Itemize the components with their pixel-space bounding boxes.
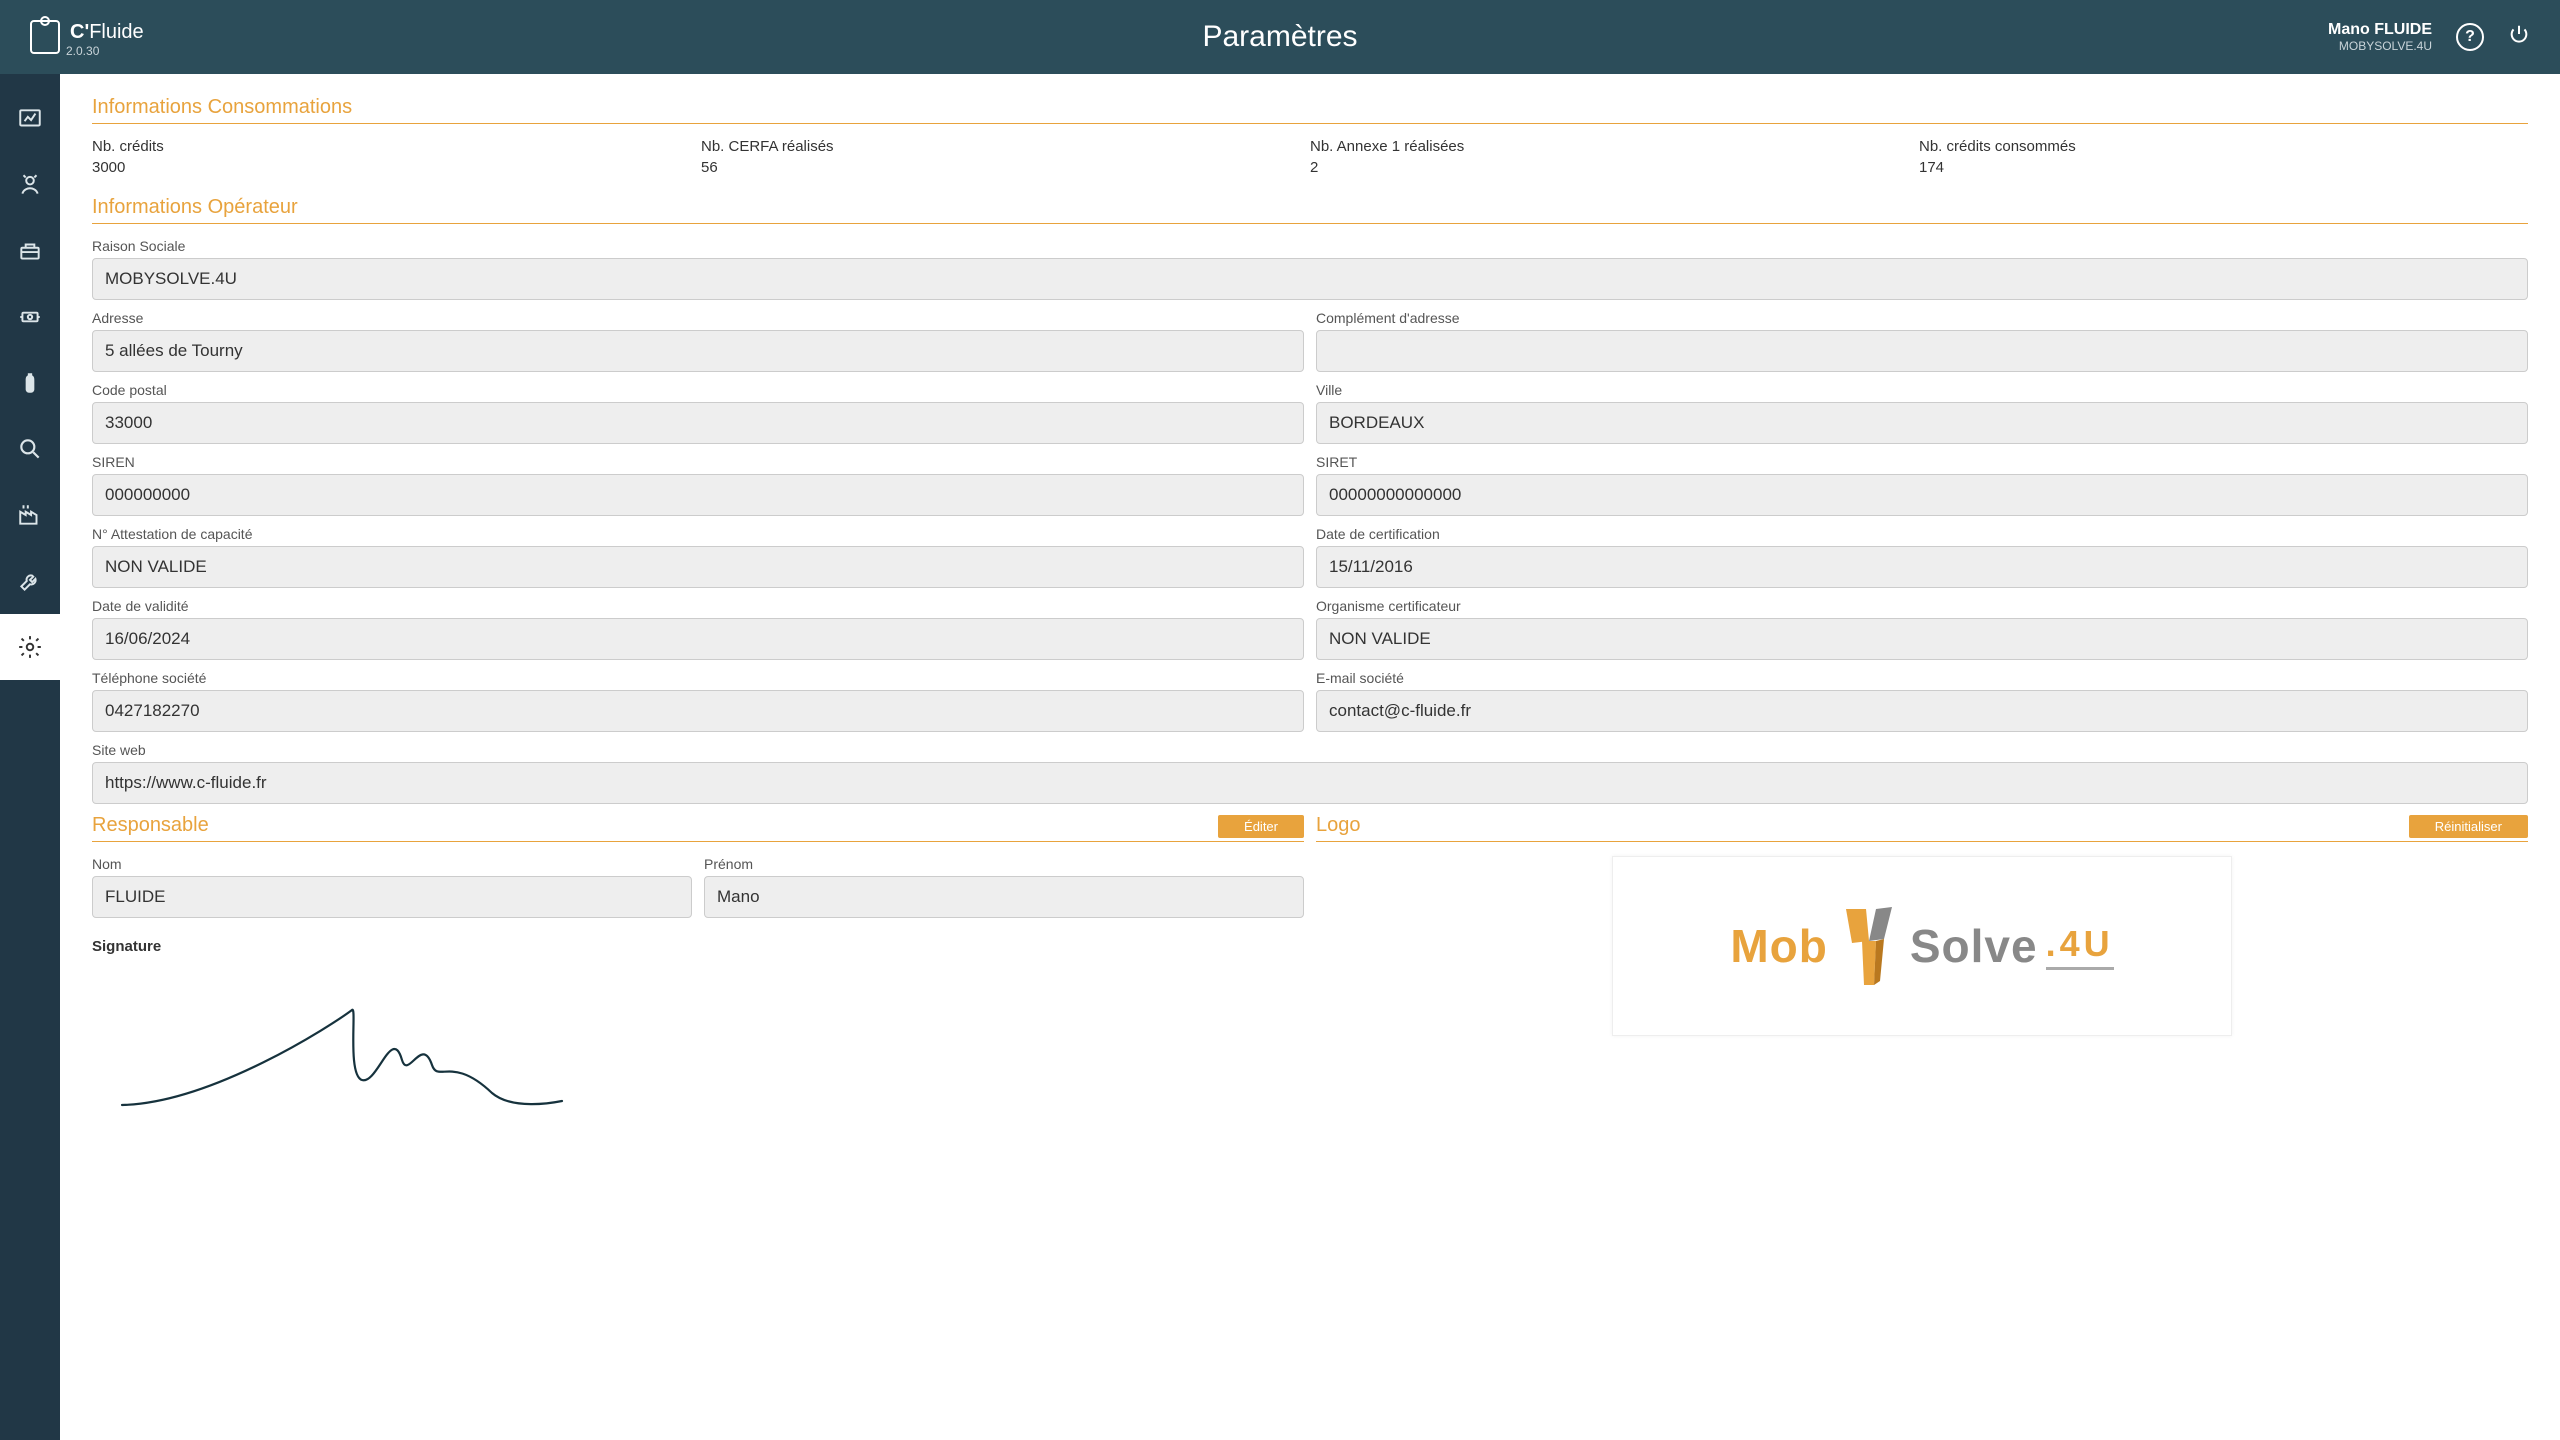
- app-name: C'Fluide: [70, 21, 144, 43]
- app-logo: C'Fluide 2.0.30: [30, 20, 144, 54]
- sidebar-item-tools[interactable]: [0, 548, 60, 614]
- siret-input[interactable]: [1316, 474, 2528, 516]
- prenom-label: Prénom: [704, 856, 1304, 872]
- user-block[interactable]: Mano FLUIDE MOBYSOLVE.4U: [2328, 20, 2432, 54]
- ville-label: Ville: [1316, 382, 2528, 398]
- logo-text-4u: .4U: [2046, 923, 2114, 970]
- signature-label: Signature: [92, 938, 1304, 955]
- app-header: C'Fluide 2.0.30 Paramètres Mano FLUIDE M…: [0, 0, 2560, 74]
- tel-input[interactable]: [92, 690, 1304, 732]
- email-label: E-mail société: [1316, 670, 2528, 686]
- nom-input[interactable]: [92, 876, 692, 918]
- company-logo: Mob Solve .4U: [1612, 856, 2232, 1036]
- raison-sociale-label: Raison Sociale: [92, 238, 2528, 254]
- sidebar-item-settings[interactable]: [0, 614, 60, 680]
- reset-button[interactable]: Réinitialiser: [2409, 815, 2528, 838]
- sidebar-item-bottle[interactable]: [0, 350, 60, 416]
- siren-label: SIREN: [92, 454, 1304, 470]
- page-title: Paramètres: [1202, 20, 1357, 54]
- adresse-input[interactable]: [92, 330, 1304, 372]
- date-cert-input[interactable]: [1316, 546, 2528, 588]
- sidebar-item-equipment[interactable]: [0, 284, 60, 350]
- logout-icon[interactable]: [2508, 23, 2530, 50]
- sidebar-item-operators[interactable]: [0, 152, 60, 218]
- stat-credits-label: Nb. crédits: [92, 138, 701, 155]
- sidebar-item-factory[interactable]: [0, 482, 60, 548]
- section-operateur-title: Informations Opérateur: [92, 196, 2528, 224]
- cp-input[interactable]: [92, 402, 1304, 444]
- attestation-input[interactable]: [92, 546, 1304, 588]
- attestation-label: N° Attestation de capacité: [92, 526, 1304, 542]
- user-org: MOBYSOLVE.4U: [2328, 39, 2432, 53]
- organisme-label: Organisme certificateur: [1316, 598, 2528, 614]
- stat-consommes-label: Nb. crédits consommés: [1919, 138, 2528, 155]
- edit-button[interactable]: Éditer: [1218, 815, 1304, 838]
- cp-label: Code postal: [92, 382, 1304, 398]
- siren-input[interactable]: [92, 474, 1304, 516]
- adresse-label: Adresse: [92, 310, 1304, 326]
- stat-annexe-value: 2: [1310, 159, 1919, 176]
- stat-cerfa-label: Nb. CERFA réalisés: [701, 138, 1310, 155]
- stats-row: Nb. crédits 3000 Nb. CERFA réalisés 56 N…: [92, 138, 2528, 176]
- stat-credits-value: 3000: [92, 159, 701, 176]
- date-validite-label: Date de validité: [92, 598, 1304, 614]
- signature-image: [92, 965, 1304, 1130]
- web-input[interactable]: [92, 762, 2528, 804]
- user-name: Mano FLUIDE: [2328, 20, 2432, 39]
- section-consommations-title: Informations Consommations: [92, 96, 2528, 124]
- stat-annexe-label: Nb. Annexe 1 réalisées: [1310, 138, 1919, 155]
- app-version: 2.0.30: [66, 44, 144, 58]
- stat-consommes-value: 174: [1919, 159, 2528, 176]
- help-icon[interactable]: ?: [2456, 23, 2484, 51]
- logo-y-icon: [1836, 901, 1902, 991]
- section-logo-title: Logo: [1316, 814, 1361, 841]
- sidebar-item-search[interactable]: [0, 416, 60, 482]
- sidebar-item-containers[interactable]: [0, 218, 60, 284]
- email-input[interactable]: [1316, 690, 2528, 732]
- prenom-input[interactable]: [704, 876, 1304, 918]
- logo-mark-icon: [30, 20, 60, 54]
- nom-label: Nom: [92, 856, 692, 872]
- stat-cerfa-value: 56: [701, 159, 1310, 176]
- tel-label: Téléphone société: [92, 670, 1304, 686]
- raison-sociale-input[interactable]: [92, 258, 2528, 300]
- main-content: Informations Consommations Nb. crédits 3…: [60, 74, 2560, 1440]
- organisme-input[interactable]: [1316, 618, 2528, 660]
- complement-input[interactable]: [1316, 330, 2528, 372]
- complement-label: Complément d'adresse: [1316, 310, 2528, 326]
- date-validite-input[interactable]: [92, 618, 1304, 660]
- web-label: Site web: [92, 742, 2528, 758]
- date-cert-label: Date de certification: [1316, 526, 2528, 542]
- ville-input[interactable]: [1316, 402, 2528, 444]
- logo-text-solve: Solve: [1910, 919, 2038, 973]
- logo-text-mob: Mob: [1730, 919, 1828, 973]
- section-responsable-title: Responsable: [92, 814, 209, 841]
- siret-label: SIRET: [1316, 454, 2528, 470]
- sidebar-item-dashboard[interactable]: [0, 86, 60, 152]
- sidebar: [0, 74, 60, 1440]
